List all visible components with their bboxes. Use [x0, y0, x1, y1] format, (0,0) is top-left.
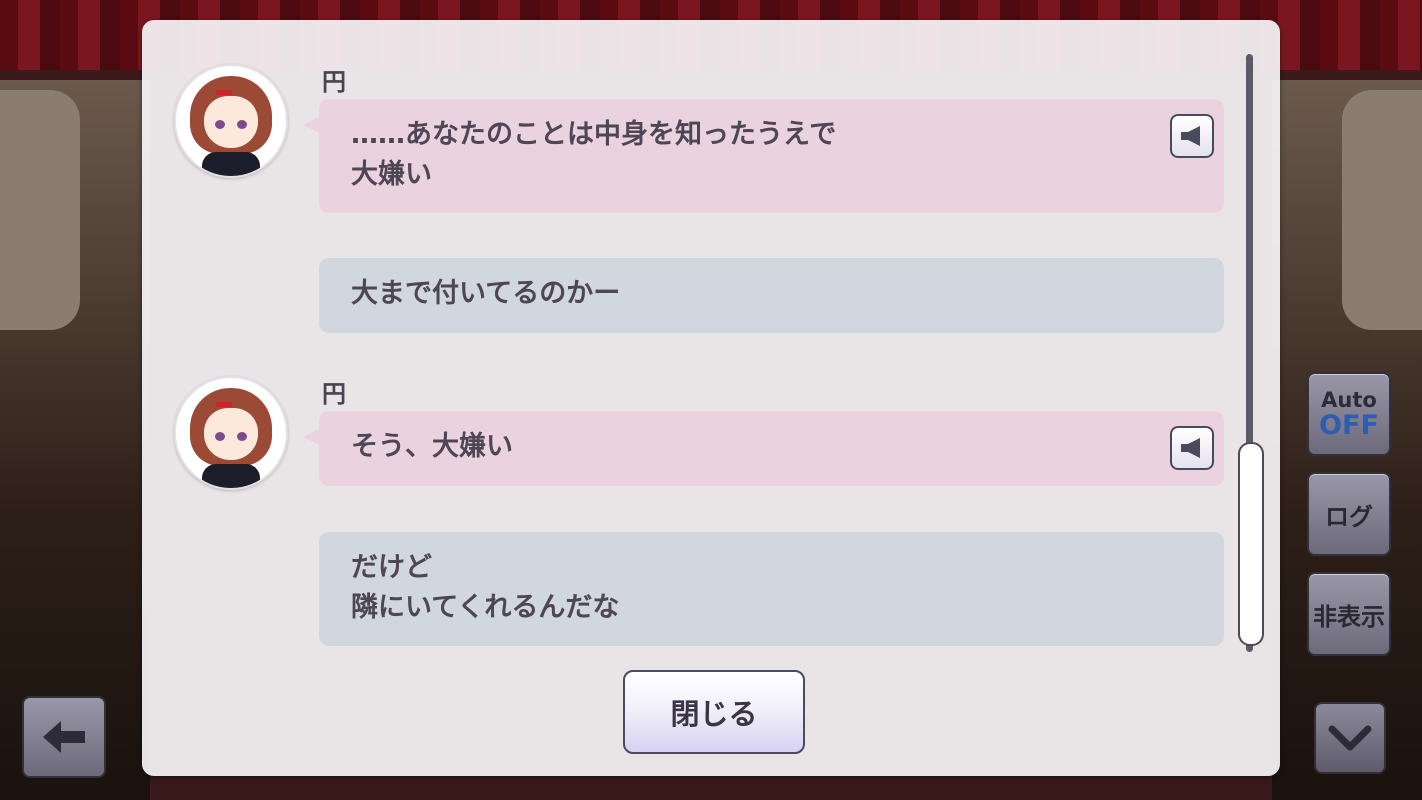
log-button[interactable]: ログ: [1307, 472, 1391, 556]
close-button-label: 閉じる: [670, 697, 758, 731]
message-line: そう、大嫌い: [351, 431, 513, 462]
arrow-left-icon: [43, 721, 85, 753]
hide-ui-button[interactable]: 非表示: [1307, 572, 1391, 656]
character-avatar: [174, 64, 288, 178]
log-button-label: ログ: [1325, 502, 1373, 531]
voice-replay-button[interactable]: [1170, 114, 1214, 158]
character-message-bubble: そう、大嫌い: [303, 411, 1224, 486]
down-button[interactable]: [1314, 702, 1386, 774]
message-log-panel[interactable]: 円香 ……あなたのことは中身を知ったうえで 大嫌い 大まで付いてるのかー 円香 …: [142, 20, 1280, 776]
message-line: だけど: [351, 552, 432, 583]
player-message-bubble: 大まで付いてるのかー: [319, 258, 1224, 333]
speaker-icon: [1181, 438, 1200, 458]
message-line: 隣にいてくれるんだな: [351, 592, 620, 623]
voice-replay-button[interactable]: [1170, 426, 1214, 470]
auto-toggle-button[interactable]: Auto OFF: [1307, 372, 1391, 456]
seat-cushion-left: [0, 90, 80, 330]
message-line: ……あなたのことは中身を知ったうえで: [351, 119, 837, 150]
message-line: 大嫌い: [351, 159, 432, 190]
character-avatar: [174, 376, 288, 490]
close-button[interactable]: 閉じる: [623, 670, 805, 754]
back-button[interactable]: [22, 696, 106, 778]
auto-label: Auto: [1321, 388, 1377, 412]
message-line: 大まで付いてるのかー: [351, 278, 621, 309]
player-message-bubble: だけど 隣にいてくれるんだな: [319, 532, 1224, 646]
scrollbar-thumb[interactable]: [1238, 442, 1264, 646]
chevron-down-icon: [1328, 725, 1372, 751]
hide-button-label: 非表示: [1313, 602, 1385, 631]
seat-cushion-right: [1342, 90, 1422, 330]
character-message-bubble: ……あなたのことは中身を知ったうえで 大嫌い: [303, 99, 1224, 213]
auto-state: OFF: [1319, 410, 1379, 441]
speaker-icon: [1181, 126, 1200, 146]
